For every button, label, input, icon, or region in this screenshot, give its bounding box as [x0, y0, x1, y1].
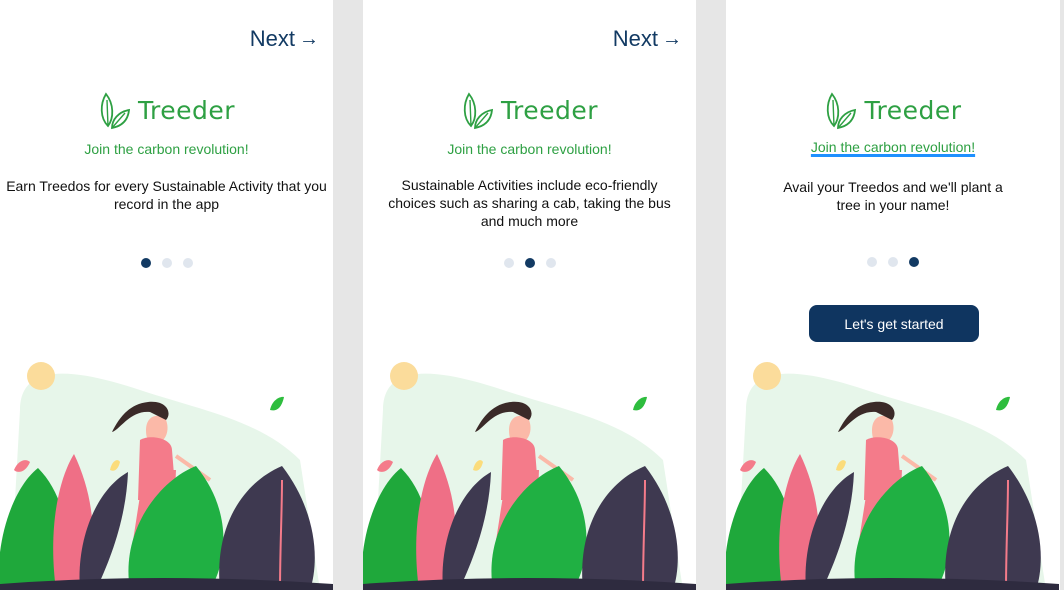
app-logo: Treeder	[726, 90, 1060, 130]
app-logo: Treeder	[0, 90, 333, 130]
tagline: Join the carbon revolution!	[810, 139, 976, 155]
nature-illustration	[363, 362, 696, 590]
logo-text: Treeder	[500, 95, 599, 125]
pagination-dot-1[interactable]	[140, 258, 151, 268]
leaf-logo-icon	[100, 92, 130, 130]
pagination-dots	[0, 258, 333, 268]
pagination-dot-1[interactable]	[867, 257, 877, 267]
next-button[interactable]: Next →	[613, 26, 682, 52]
tagline: Join the carbon revolution!	[447, 141, 612, 157]
next-label: Next	[612, 26, 658, 51]
pagination-dot-3[interactable]	[545, 258, 556, 268]
arrow-right-icon: →	[662, 27, 682, 50]
app-logo: Treeder	[363, 90, 696, 130]
logo-text: Treeder	[864, 95, 962, 125]
onboarding-screen-2: Next → Treeder Join the carbon revolutio…	[363, 0, 696, 590]
pagination-dot-3[interactable]	[182, 258, 193, 268]
description: Earn Treedos for every Sustainable Activ…	[6, 178, 327, 212]
description: Avail your Treedos and we'll plant a tre…	[783, 179, 1003, 213]
pagination-dots	[363, 258, 696, 268]
nature-illustration	[0, 362, 333, 590]
pagination-dot-3[interactable]	[909, 257, 919, 267]
onboarding-screen-1: Next → Treeder Join the carbon revolutio…	[0, 0, 333, 590]
leaf-logo-icon	[463, 92, 493, 130]
tagline: Join the carbon revolution!	[84, 141, 249, 157]
pagination-dot-1[interactable]	[503, 258, 514, 268]
next-label: Next	[249, 26, 295, 51]
pagination-dots	[726, 257, 1060, 267]
leaf-logo-icon	[827, 92, 857, 130]
pagination-dot-2[interactable]	[888, 257, 898, 267]
get-started-button[interactable]: Let's get started	[809, 305, 979, 342]
pagination-dot-2[interactable]	[524, 258, 535, 268]
onboarding-screen-3: Treeder Join the carbon revolution! Avai…	[726, 0, 1060, 590]
next-button[interactable]: Next →	[250, 26, 319, 52]
description: Sustainable Activities include eco-frien…	[388, 177, 671, 229]
pagination-dot-2[interactable]	[161, 258, 172, 268]
logo-text: Treeder	[137, 95, 236, 125]
nature-illustration	[726, 362, 1059, 590]
arrow-right-icon: →	[299, 27, 319, 50]
